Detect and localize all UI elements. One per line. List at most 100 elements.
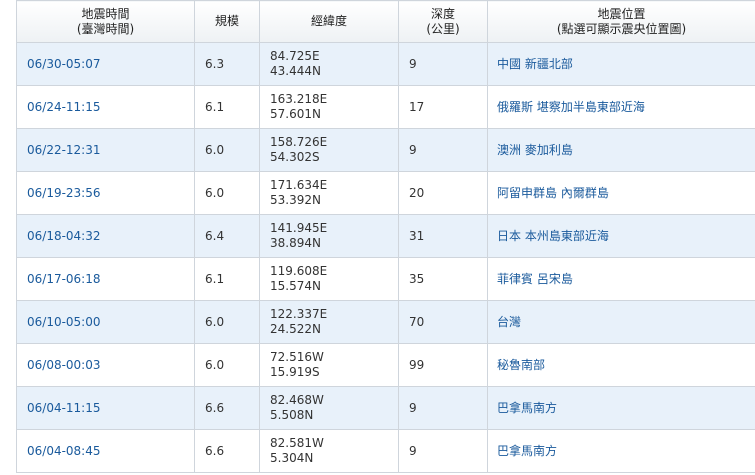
longitude: 82.581W	[270, 436, 324, 450]
latitude: 57.601N	[270, 107, 321, 121]
earthquake-table: 地震時間 (臺灣時間) 規模 經緯度 深度 (公里) 地震位置 (點選可顯示震央…	[16, 0, 755, 473]
magnitude-cell: 6.1	[194, 85, 260, 129]
coordinates-cell: 158.726E 54.302S	[259, 128, 399, 172]
depth-cell: 99	[398, 343, 488, 387]
longitude: 141.945E	[270, 221, 328, 235]
latitude: 43.444N	[270, 64, 321, 78]
latitude: 5.304N	[270, 451, 314, 465]
location-cell: 巴拿馬南方	[487, 386, 755, 430]
magnitude-cell: 6.6	[194, 386, 260, 430]
location-cell: 台灣	[487, 300, 755, 344]
earthquake-time-link[interactable]: 06/17-06:18	[27, 272, 101, 286]
time-cell: 06/30-05:07	[16, 42, 195, 86]
magnitude-cell: 6.0	[194, 171, 260, 215]
depth-cell: 9	[398, 128, 488, 172]
location-link[interactable]: 日本 本州島東部近海	[497, 229, 609, 243]
location-link[interactable]: 菲律賓 呂宋島	[497, 272, 573, 286]
coordinates-cell: 72.516W 15.919S	[259, 343, 399, 387]
earthquake-time-link[interactable]: 06/04-11:15	[27, 401, 101, 415]
depth-cell: 17	[398, 85, 488, 129]
magnitude-cell: 6.0	[194, 343, 260, 387]
magnitude-cell: 6.0	[194, 300, 260, 344]
location-cell: 秘魯南部	[487, 343, 755, 387]
earthquake-time-link[interactable]: 06/08-00:03	[27, 358, 101, 372]
longitude: 72.516W	[270, 350, 324, 364]
longitude: 163.218E	[270, 92, 328, 106]
depth-cell: 9	[398, 386, 488, 430]
earthquake-time-link[interactable]: 06/04-08:45	[27, 444, 101, 458]
table-row: 06/22-12:31 6.0 158.726E 54.302S 9 澳洲 麥加利…	[16, 128, 755, 172]
header-time: 地震時間 (臺灣時間)	[16, 0, 195, 43]
location-cell: 澳洲 麥加利島	[487, 128, 755, 172]
latitude: 53.392N	[270, 193, 321, 207]
location-cell: 俄羅斯 堪察加半島東部近海	[487, 85, 755, 129]
location-cell: 阿留申群島 內爾群島	[487, 171, 755, 215]
time-cell: 06/04-08:45	[16, 429, 195, 473]
depth-cell: 35	[398, 257, 488, 301]
depth-cell: 20	[398, 171, 488, 215]
location-cell: 日本 本州島東部近海	[487, 214, 755, 258]
time-cell: 06/08-00:03	[16, 343, 195, 387]
table-row: 06/19-23:56 6.0 171.634E 53.392N 20 阿留申群島…	[16, 171, 755, 215]
location-cell: 中國 新疆北部	[487, 42, 755, 86]
location-cell: 菲律賓 呂宋島	[487, 257, 755, 301]
time-cell: 06/18-04:32	[16, 214, 195, 258]
longitude: 82.468W	[270, 393, 324, 407]
table-row: 06/04-11:15 6.6 82.468W 5.508N 9 巴拿馬南方	[16, 386, 755, 430]
depth-cell: 70	[398, 300, 488, 344]
coordinates-cell: 84.725E 43.444N	[259, 42, 399, 86]
coordinates-cell: 163.218E 57.601N	[259, 85, 399, 129]
coordinates-cell: 141.945E 38.894N	[259, 214, 399, 258]
location-link[interactable]: 阿留申群島 內爾群島	[497, 186, 609, 200]
earthquake-time-link[interactable]: 06/19-23:56	[27, 186, 101, 200]
location-link[interactable]: 俄羅斯 堪察加半島東部近海	[497, 100, 645, 114]
earthquake-time-link[interactable]: 06/10-05:00	[27, 315, 101, 329]
longitude: 119.608E	[270, 264, 328, 278]
header-magnitude: 規模	[194, 0, 260, 43]
depth-cell: 9	[398, 429, 488, 473]
longitude: 122.337E	[270, 307, 328, 321]
header-coordinates: 經緯度	[259, 0, 399, 43]
header-depth: 深度 (公里)	[398, 0, 488, 43]
location-link[interactable]: 澳洲 麥加利島	[497, 143, 573, 157]
location-link[interactable]: 台灣	[497, 315, 521, 329]
coordinates-cell: 122.337E 24.522N	[259, 300, 399, 344]
latitude: 24.522N	[270, 322, 321, 336]
time-cell: 06/22-12:31	[16, 128, 195, 172]
location-cell: 巴拿馬南方	[487, 429, 755, 473]
depth-cell: 9	[398, 42, 488, 86]
table-header-row: 地震時間 (臺灣時間) 規模 經緯度 深度 (公里) 地震位置 (點選可顯示震央…	[16, 0, 755, 43]
table-row: 06/10-05:00 6.0 122.337E 24.522N 70 台灣	[16, 300, 755, 344]
location-link[interactable]: 巴拿馬南方	[497, 444, 557, 458]
magnitude-cell: 6.1	[194, 257, 260, 301]
table-row: 06/17-06:18 6.1 119.608E 15.574N 35 菲律賓 呂…	[16, 257, 755, 301]
longitude: 171.634E	[270, 178, 328, 192]
magnitude-cell: 6.3	[194, 42, 260, 86]
earthquake-time-link[interactable]: 06/18-04:32	[27, 229, 101, 243]
table-row: 06/18-04:32 6.4 141.945E 38.894N 31 日本 本州…	[16, 214, 755, 258]
latitude: 15.574N	[270, 279, 321, 293]
table-row: 06/04-08:45 6.6 82.581W 5.304N 9 巴拿馬南方	[16, 429, 755, 473]
longitude: 84.725E	[270, 49, 320, 63]
coordinates-cell: 82.581W 5.304N	[259, 429, 399, 473]
coordinates-cell: 82.468W 5.508N	[259, 386, 399, 430]
location-link[interactable]: 中國 新疆北部	[497, 57, 573, 71]
header-location: 地震位置 (點選可顯示震央位置圖)	[487, 0, 755, 43]
latitude: 54.302S	[270, 150, 320, 164]
earthquake-time-link[interactable]: 06/30-05:07	[27, 57, 101, 71]
magnitude-cell: 6.6	[194, 429, 260, 473]
coordinates-cell: 171.634E 53.392N	[259, 171, 399, 215]
time-cell: 06/10-05:00	[16, 300, 195, 344]
table-row: 06/24-11:15 6.1 163.218E 57.601N 17 俄羅斯 堪…	[16, 85, 755, 129]
latitude: 38.894N	[270, 236, 321, 250]
table-row: 06/08-00:03 6.0 72.516W 15.919S 99 秘魯南部	[16, 343, 755, 387]
coordinates-cell: 119.608E 15.574N	[259, 257, 399, 301]
earthquake-time-link[interactable]: 06/24-11:15	[27, 100, 101, 114]
latitude: 5.508N	[270, 408, 314, 422]
time-cell: 06/24-11:15	[16, 85, 195, 129]
magnitude-cell: 6.0	[194, 128, 260, 172]
location-link[interactable]: 巴拿馬南方	[497, 401, 557, 415]
earthquake-time-link[interactable]: 06/22-12:31	[27, 143, 101, 157]
time-cell: 06/19-23:56	[16, 171, 195, 215]
location-link[interactable]: 秘魯南部	[497, 358, 545, 372]
